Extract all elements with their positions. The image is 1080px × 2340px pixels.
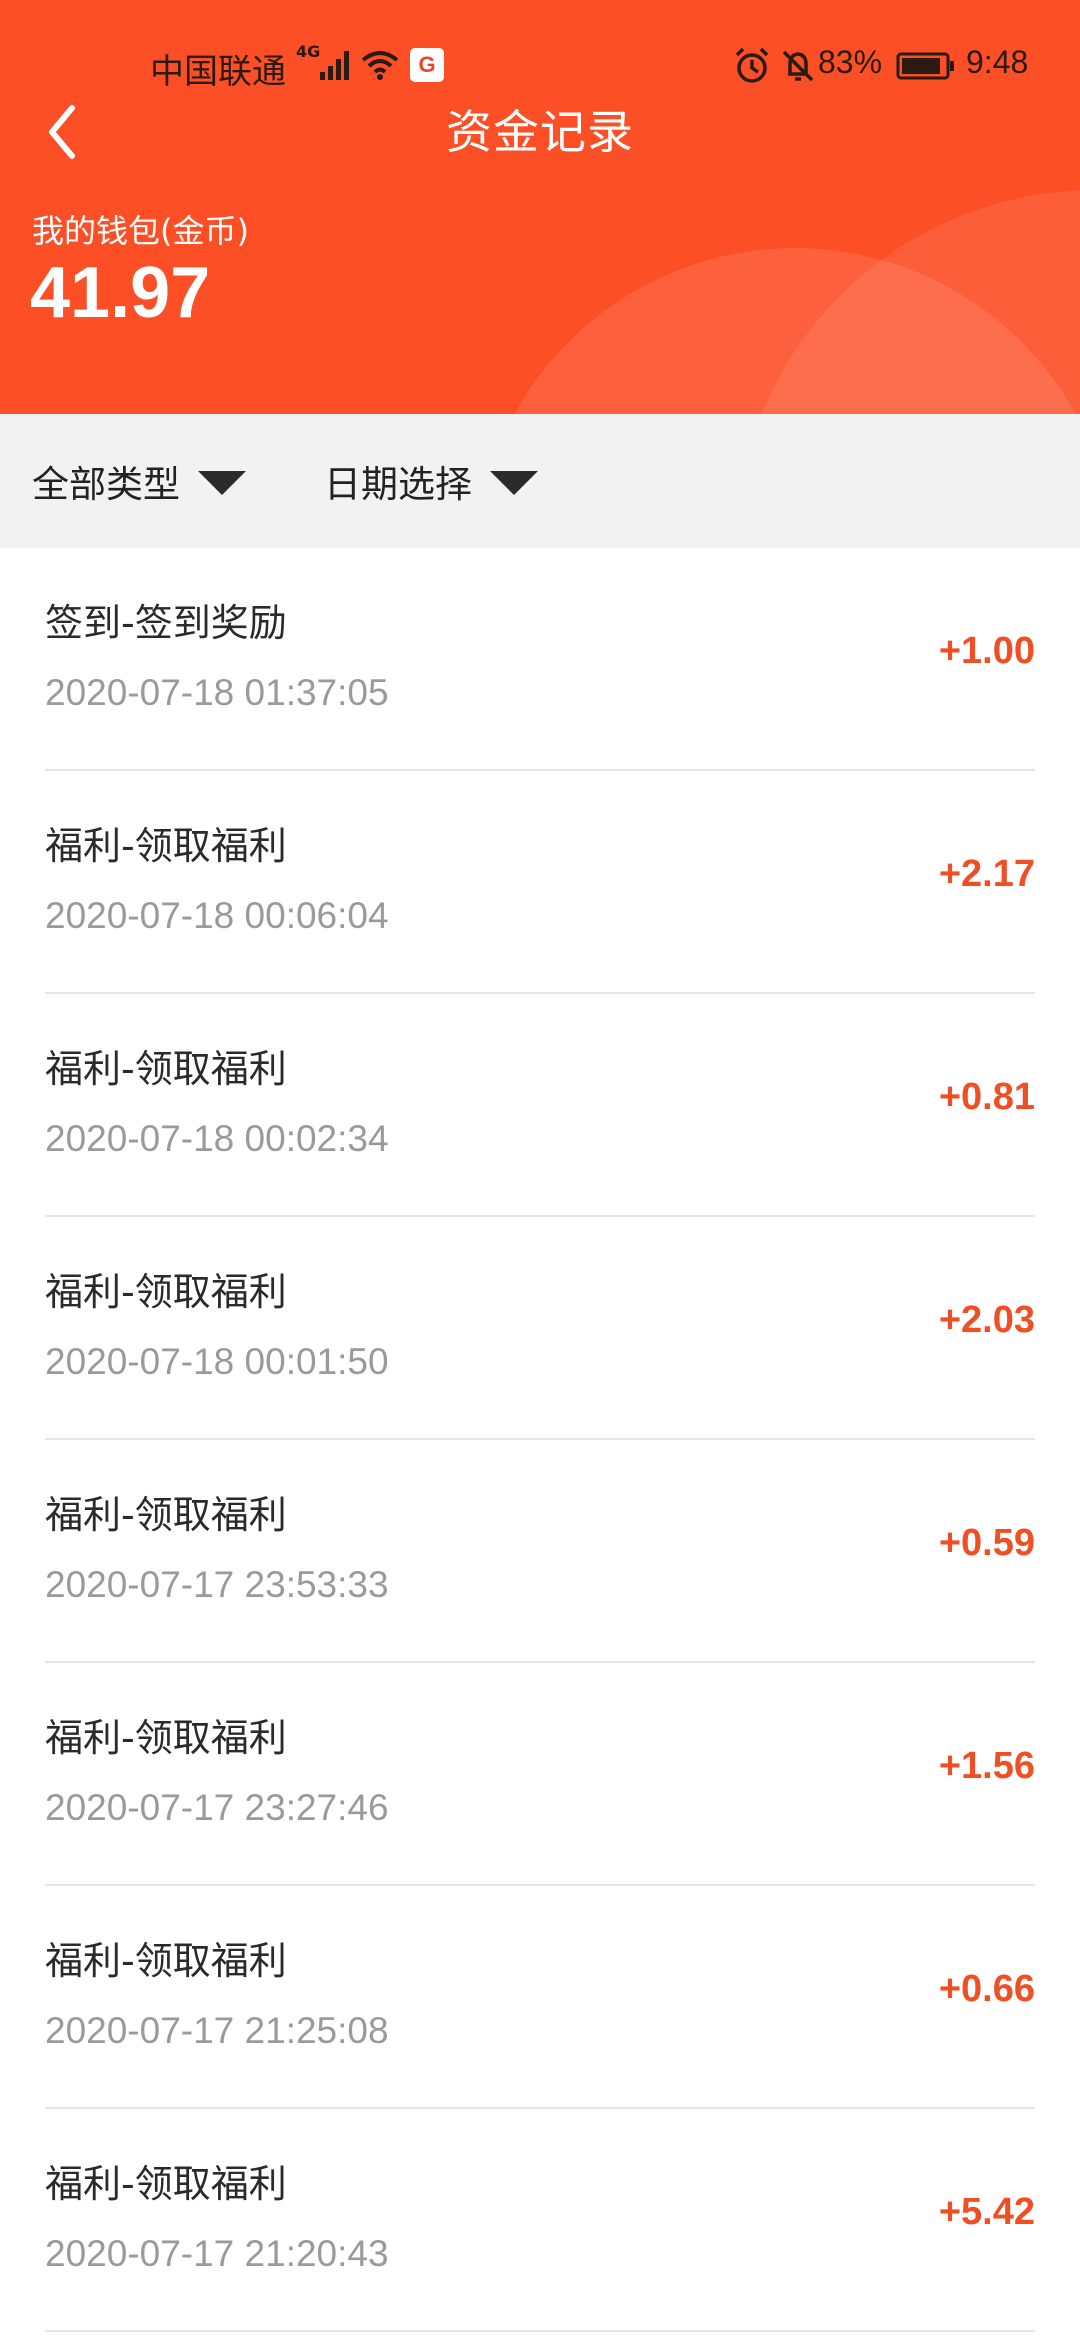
record-item[interactable]: 福利-领取福利 2020-07-18 00:02:34 +0.81: [45, 994, 1035, 1217]
record-amount: +1.00: [938, 630, 1035, 672]
header: 中国联通 4G G 83% 9:48 资金记录 我的钱包(金币) 41.97: [0, 0, 1080, 414]
record-time: 2020-07-17 21:20:43: [45, 2233, 389, 2274]
record-time: 2020-07-17 23:27:46: [45, 1787, 389, 1828]
record-title: 签到-签到奖励: [45, 601, 287, 645]
status-bar: 中国联通 4G G 83% 9:48: [0, 40, 1080, 92]
record-title: 福利-领取福利: [45, 1493, 287, 1537]
network-type: 4G: [296, 42, 321, 61]
record-amount: +2.03: [938, 1299, 1035, 1341]
record-item[interactable]: 福利-领取福利 2020-07-17 23:27:46 +1.56: [45, 1663, 1035, 1886]
record-amount: +5.42: [938, 2191, 1035, 2233]
wallet-balance: 41.97: [30, 253, 211, 333]
record-item[interactable]: 福利-领取福利 2020-07-17 21:20:43 +5.42: [45, 2109, 1035, 2332]
alarm-icon: [735, 47, 769, 83]
record-amount: +0.66: [938, 1968, 1035, 2010]
record-amount: +0.81: [938, 1076, 1035, 1118]
record-amount: +2.17: [938, 853, 1035, 895]
record-time: 2020-07-18 00:02:34: [45, 1118, 389, 1159]
signal-icon: [320, 51, 349, 80]
type-filter-dropdown[interactable]: 全部类型: [32, 456, 246, 506]
mute-icon: [782, 50, 814, 82]
battery-percent: 83%: [818, 44, 883, 80]
record-time: 2020-07-18 00:06:04: [45, 895, 389, 936]
filter-bar: 全部类型 日期选择: [0, 414, 1080, 548]
record-title: 福利-领取福利: [45, 824, 287, 868]
record-title: 福利-领取福利: [45, 1939, 287, 1983]
record-title: 福利-领取福利: [45, 2162, 287, 2206]
wifi-icon: [361, 51, 399, 80]
record-item[interactable]: 福利-领取福利 2020-07-18 00:01:50 +2.03: [45, 1217, 1035, 1440]
record-time: 2020-07-17 21:25:08: [45, 2010, 389, 2051]
record-title: 福利-领取福利: [45, 1047, 287, 1091]
carrier-name: 中国联通: [150, 52, 286, 92]
app-notification-icon: G: [410, 48, 444, 82]
record-title: 福利-领取福利: [45, 1716, 287, 1760]
record-item[interactable]: 福利-领取福利 2020-07-17 23:53:33 +0.59: [45, 1440, 1035, 1663]
record-time: 2020-07-18 00:01:50: [45, 1341, 389, 1382]
record-list: 签到-签到奖励 2020-07-18 01:37:05 +1.00 福利-领取福…: [0, 548, 1080, 2332]
record-time: 2020-07-17 23:53:33: [45, 1564, 389, 1605]
record-item[interactable]: 福利-领取福利 2020-07-18 00:06:04 +2.17: [45, 771, 1035, 994]
triangle-down-icon: [490, 471, 538, 495]
date-filter-dropdown[interactable]: 日期选择: [324, 456, 538, 506]
record-title: 福利-领取福利: [45, 1270, 287, 1314]
page-title: 资金记录: [446, 105, 634, 159]
battery-icon: [896, 52, 954, 80]
clock: 9:48: [966, 44, 1029, 80]
type-filter-label: 全部类型: [32, 463, 180, 506]
wallet-label: 我的钱包(金币): [32, 212, 249, 250]
date-filter-label: 日期选择: [324, 463, 472, 506]
record-amount: +0.59: [938, 1522, 1035, 1564]
triangle-down-icon: [198, 471, 246, 495]
record-amount: +1.56: [938, 1745, 1035, 1787]
record-time: 2020-07-18 01:37:05: [45, 672, 389, 713]
record-item[interactable]: 签到-签到奖励 2020-07-18 01:37:05 +1.00: [45, 548, 1035, 771]
record-item[interactable]: 福利-领取福利 2020-07-17 21:25:08 +0.66: [45, 1886, 1035, 2109]
